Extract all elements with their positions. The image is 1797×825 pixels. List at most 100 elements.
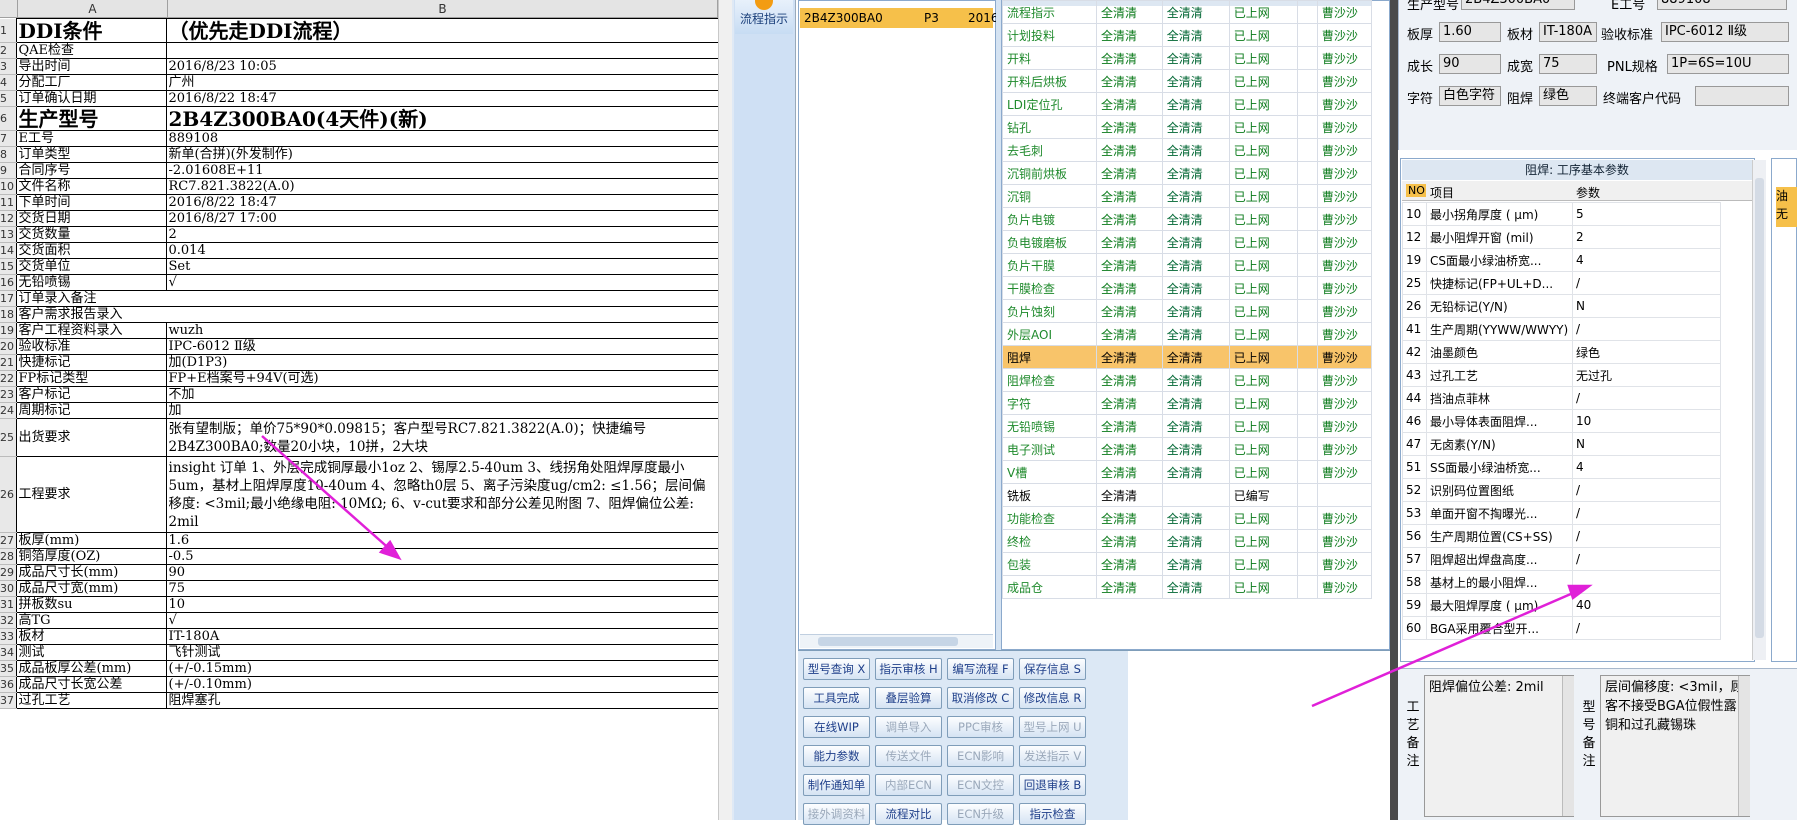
process-col-a[interactable]: 全清清 [1096,184,1163,208]
action-button[interactable]: 修改信息 R [1019,687,1086,709]
process-row[interactable]: 去毛刺 全清清 全清清 已上网 曹沙沙 [1002,138,1373,162]
param-no[interactable]: 59 [1402,593,1427,617]
param-value[interactable]: / [1572,524,1721,548]
cell-value[interactable]: wuzh [165,322,718,339]
process-name[interactable]: 无铅喷锡 [1002,414,1097,438]
process-col-b[interactable]: 全清清 [1161,391,1230,415]
process-owner[interactable]: 曹沙沙 [1316,506,1373,530]
param-no[interactable]: 43 [1402,363,1427,387]
process-col-b[interactable]: 全清清 [1161,414,1230,438]
param-no[interactable]: 52 [1402,478,1427,502]
param-item[interactable]: 油墨颜色 [1426,340,1573,364]
param-value[interactable]: / [1572,616,1721,640]
process-flag[interactable] [1296,391,1318,415]
row-number[interactable]: 15 [0,258,16,275]
process-col-a[interactable]: 全清清 [1096,161,1163,185]
process-row[interactable]: 钻孔 全清清 全清清 已上网 曹沙沙 [1002,115,1373,139]
cell-label[interactable]: 过孔工艺 [15,692,167,709]
process-flag[interactable] [1296,207,1318,231]
param-row[interactable]: 46 最小导体表面阻焊... 10 [1402,409,1721,433]
process-col-b[interactable] [1161,483,1230,507]
param-row[interactable]: 19 CS面最小绿油桥宽... 4 [1402,248,1721,272]
process-col-a[interactable]: 全清清 [1096,138,1163,162]
cell-label[interactable]: 分配工厂 [15,74,167,91]
process-row[interactable]: 负片蚀刻 全清清 全清清 已上网 曹沙沙 [1002,299,1373,323]
process-row[interactable]: 终检 全清清 全清清 已上网 曹沙沙 [1002,529,1373,553]
process-flag[interactable] [1296,322,1318,346]
cell-label[interactable]: 铜箔厚度(OZ) [15,548,167,565]
param-item[interactable]: 生产周期位置(CS+SS) [1426,524,1573,548]
process-col-a[interactable]: 全清清 [1096,368,1163,392]
process-col-b[interactable]: 全清清 [1161,575,1230,599]
cell-value[interactable]: 1.6 [165,532,718,549]
process-row[interactable]: V槽 全清清 全清清 已上网 曹沙沙 [1002,460,1373,484]
model-remark-box[interactable]: 层间偏移度: <3mil，顾客不接受BGA位假性露铜和过孔藏锡珠 [1600,675,1750,817]
process-flag[interactable] [1296,138,1318,162]
process-name[interactable]: 包装 [1002,552,1097,576]
action-button[interactable]: 取消修改 C [947,687,1014,709]
process-row[interactable]: 阻焊 全清清 全清清 已上网 曹沙沙 [1002,345,1373,369]
customer-code-field[interactable] [1695,86,1789,106]
cell-value[interactable]: (+/-0.15mm) [165,660,718,677]
process-row[interactable]: 开料后烘板 全清清 全清清 已上网 曹沙沙 [1002,69,1373,93]
process-flag[interactable] [1296,552,1318,576]
param-item[interactable]: BGA采用覆合型开... [1426,616,1573,640]
process-row[interactable]: 无铅喷锡 全清清 全清清 已上网 曹沙沙 [1002,414,1373,438]
process-name[interactable]: 阻焊 [1002,345,1097,369]
cell-label[interactable]: DDI条件 [15,18,167,43]
param-value[interactable]: / [1572,501,1721,525]
process-status[interactable]: 已上网 [1228,253,1298,277]
param-item[interactable]: CS面最小绿油桥宽... [1426,248,1573,272]
row-number[interactable]: 6 [0,106,16,131]
process-name[interactable]: 去毛刺 [1002,138,1097,162]
cell-label[interactable]: 测试 [15,644,167,661]
cell-value[interactable]: 阻焊塞孔 [165,692,718,709]
param-row[interactable]: 57 阻焊超出焊盘高度... / [1402,547,1721,571]
sheet-vertical-scrollbar[interactable] [718,0,732,820]
process-col-b[interactable]: 全清清 [1161,138,1230,162]
param-value[interactable]: N [1572,294,1721,318]
process-owner[interactable]: 曹沙沙 [1316,552,1373,576]
process-col-b[interactable]: 全清清 [1161,460,1230,484]
width-field[interactable]: 75 [1539,54,1597,74]
cell-value[interactable] [165,42,718,59]
param-row[interactable]: 51 SS面最小绿油桥宽... 4 [1402,455,1721,479]
process-flag[interactable] [1296,368,1318,392]
process-col-a[interactable]: 全清清 [1096,276,1163,300]
action-button[interactable]: 回退审核 B [1019,774,1086,796]
process-status[interactable]: 已上网 [1228,437,1298,461]
param-row[interactable]: 47 无卤素(Y/N) N [1402,432,1721,456]
process-flag[interactable] [1296,115,1318,139]
param-value[interactable]: 5 [1572,202,1721,226]
action-button[interactable]: 指示审核 H [875,658,942,680]
cell-value[interactable]: 75 [165,580,718,597]
process-row[interactable]: 铣板 全清清 已编写 [1002,483,1373,507]
cell-label[interactable]: 成品尺寸长(mm) [15,564,167,581]
order-horizontal-scrollbar[interactable] [800,634,993,648]
process-col-b[interactable]: 全清清 [1161,115,1230,139]
row-number[interactable]: 33 [0,628,16,645]
process-row[interactable]: 负片电镀 全清清 全清清 已上网 曹沙沙 [1002,207,1373,231]
process-status[interactable]: 已上网 [1228,506,1298,530]
e-number-field[interactable]: 889108 [1657,0,1787,10]
process-flag[interactable] [1296,69,1318,93]
process-name[interactable]: 功能检查 [1002,506,1097,530]
row-number[interactable]: 10 [0,178,16,195]
process-owner[interactable]: 曹沙沙 [1316,276,1373,300]
row-number[interactable]: 20 [0,338,16,355]
process-col-b[interactable]: 全清清 [1161,161,1230,185]
process-col-b[interactable]: 全清清 [1161,23,1230,47]
process-flag[interactable] [1296,529,1318,553]
process-col-b[interactable]: 全清清 [1161,230,1230,254]
action-button[interactable]: 保存信息 S [1019,658,1086,680]
param-no[interactable]: 10 [1402,202,1427,226]
param-value[interactable]: / [1572,478,1721,502]
process-col-b[interactable]: 全清清 [1161,299,1230,323]
row-number[interactable]: 4 [0,74,16,91]
cell-label[interactable]: 板厚(mm) [15,532,167,549]
param-row[interactable]: 53 单面开窗不掏曝光... / [1402,501,1721,525]
param-item[interactable]: 最小阻焊开窗 (mil) [1426,225,1573,249]
process-owner[interactable]: 曹沙沙 [1316,253,1373,277]
cell-label[interactable]: 生产型号 [15,106,167,131]
param-item[interactable]: SS面最小绿油桥宽... [1426,455,1573,479]
